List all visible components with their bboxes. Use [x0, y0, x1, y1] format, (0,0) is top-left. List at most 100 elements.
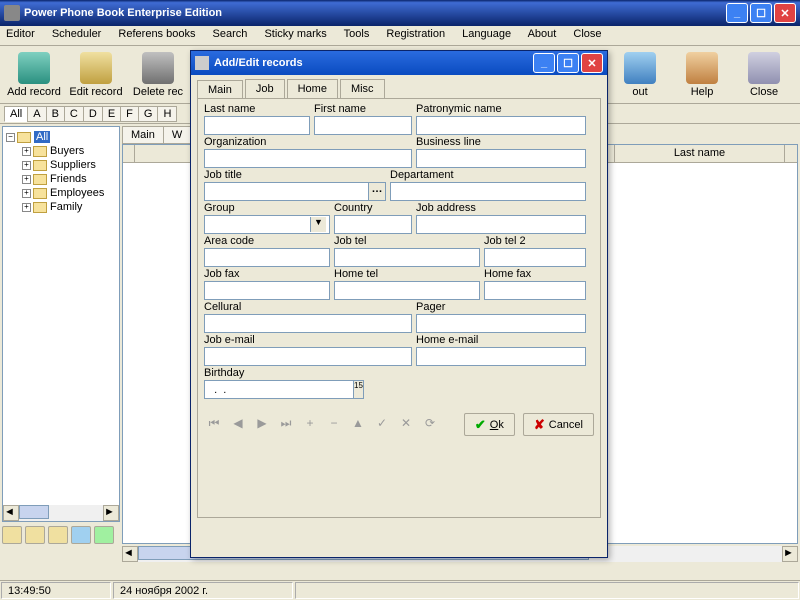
tree-item[interactable]: Suppliers	[50, 159, 96, 171]
folder-icon	[17, 132, 31, 143]
group-combo[interactable]: ▼	[204, 215, 330, 234]
menu-about[interactable]: About	[528, 28, 557, 40]
country-input[interactable]	[334, 215, 412, 234]
add-record-button[interactable]: Add record	[4, 52, 64, 98]
about-button[interactable]: out	[610, 52, 670, 98]
tree-item[interactable]: Family	[50, 201, 82, 213]
close-button[interactable]: Close	[734, 52, 794, 98]
expander-icon[interactable]: +	[22, 147, 31, 156]
expander-icon[interactable]: +	[22, 189, 31, 198]
nav-cancel-icon[interactable]: ✕	[396, 416, 416, 434]
tab-main[interactable]: Main	[197, 80, 243, 99]
folder-icon	[33, 202, 47, 213]
tree-root[interactable]: All	[34, 131, 50, 143]
dialog-titlebar[interactable]: Add/Edit records _ ☐ ✕	[191, 51, 607, 75]
organization-input[interactable]	[204, 149, 412, 168]
alpha-a[interactable]: A	[27, 106, 46, 122]
alpha-b[interactable]: B	[46, 106, 65, 122]
tree-item[interactable]: Employees	[50, 187, 104, 199]
tab-w[interactable]: W	[163, 126, 191, 144]
menu-close[interactable]: Close	[573, 28, 601, 40]
edit-record-button[interactable]: Edit record	[66, 52, 126, 98]
nav-next-icon[interactable]: ▶	[252, 416, 272, 434]
menu-search[interactable]: Search	[213, 28, 248, 40]
nav-edit-icon[interactable]: ▲	[348, 416, 368, 434]
dialog-maximize-button[interactable]: ☐	[557, 53, 579, 73]
areacode-input[interactable]	[204, 248, 330, 267]
menu-tools[interactable]: Tools	[344, 28, 370, 40]
jobtitle-input[interactable]	[204, 182, 369, 201]
menu-scheduler[interactable]: Scheduler	[52, 28, 102, 40]
alpha-e[interactable]: E	[102, 106, 121, 122]
menu-sticky[interactable]: Sticky marks	[264, 28, 326, 40]
alpha-h[interactable]: H	[157, 106, 177, 122]
tab-job[interactable]: Job	[245, 79, 285, 98]
ok-button[interactable]: ✔Ok	[464, 413, 515, 436]
jobtitle-picker-button[interactable]: …	[368, 182, 386, 201]
nav-post-icon[interactable]: ✓	[372, 416, 392, 434]
tab-main[interactable]: Main	[122, 126, 164, 144]
dialog-close-button[interactable]: ✕	[581, 53, 603, 73]
homeemail-input[interactable]	[416, 347, 586, 366]
nav-refresh-icon[interactable]: ⟳	[420, 416, 440, 434]
tree-tool-4[interactable]	[71, 526, 91, 544]
jobtel-input[interactable]	[334, 248, 480, 267]
tab-misc[interactable]: Misc	[340, 79, 385, 98]
nav-del-icon[interactable]: −	[324, 416, 344, 434]
alpha-f[interactable]: F	[120, 106, 139, 122]
col-lastname[interactable]: Last name	[615, 145, 785, 163]
jobaddress-input[interactable]	[416, 215, 586, 234]
patronymic-input[interactable]	[416, 116, 586, 135]
pager-input[interactable]	[416, 314, 586, 333]
window-maximize-button[interactable]: ☐	[750, 3, 772, 23]
folder-icon	[33, 188, 47, 199]
folder-icon	[33, 160, 47, 171]
jobtel2-input[interactable]	[484, 248, 586, 267]
tree-item[interactable]: Friends	[50, 173, 87, 185]
tree-item[interactable]: Buyers	[50, 145, 84, 157]
nav-prev-icon[interactable]: ◀	[228, 416, 248, 434]
menu-editor[interactable]: Editor	[6, 28, 35, 40]
cellural-input[interactable]	[204, 314, 412, 333]
jobfax-input[interactable]	[204, 281, 330, 300]
tab-home[interactable]: Home	[287, 79, 338, 98]
expander-icon[interactable]: +	[22, 175, 31, 184]
menu-referens[interactable]: Referens books	[118, 28, 195, 40]
dialog-minimize-button[interactable]: _	[533, 53, 555, 73]
help-button[interactable]: Help	[672, 52, 732, 98]
tree-tool-1[interactable]	[2, 526, 22, 544]
menu-registration[interactable]: Registration	[386, 28, 445, 40]
expander-icon[interactable]: +	[22, 203, 31, 212]
delete-record-button[interactable]: Delete rec	[128, 52, 188, 98]
alpha-g[interactable]: G	[138, 106, 159, 122]
calendar-button[interactable]: 15	[353, 380, 364, 399]
tree-tool-2[interactable]	[25, 526, 45, 544]
categories-tree[interactable]: − All + Buyers + Suppliers + Friends + Employ…	[2, 126, 120, 522]
businessline-input[interactable]	[416, 149, 586, 168]
menu-language[interactable]: Language	[462, 28, 511, 40]
window-close-button[interactable]: ✕	[774, 3, 796, 23]
department-input[interactable]	[390, 182, 586, 201]
birthday-input[interactable]	[204, 380, 354, 399]
lastname-input[interactable]	[204, 116, 310, 135]
nav-first-icon[interactable]: ⏮	[204, 416, 224, 434]
window-titlebar: Power Phone Book Enterprise Edition _ ☐ …	[0, 0, 800, 26]
tree-tool-5[interactable]	[94, 526, 114, 544]
expander-icon[interactable]: +	[22, 161, 31, 170]
alpha-all[interactable]: All	[4, 106, 28, 122]
tree-hscrollbar[interactable]: ◄►	[3, 505, 119, 521]
nav-add-icon[interactable]: +	[300, 416, 320, 434]
homefax-input[interactable]	[484, 281, 586, 300]
alpha-d[interactable]: D	[83, 106, 103, 122]
window-minimize-button[interactable]: _	[726, 3, 748, 23]
chevron-down-icon[interactable]: ▼	[310, 217, 326, 232]
alpha-c[interactable]: C	[64, 106, 84, 122]
hometel-input[interactable]	[334, 281, 480, 300]
cancel-button[interactable]: ✘Cancel	[523, 413, 594, 436]
firstname-input[interactable]	[314, 116, 412, 135]
jobemail-input[interactable]	[204, 347, 412, 366]
x-icon: ✘	[534, 417, 545, 433]
nav-last-icon[interactable]: ⏭	[276, 416, 296, 434]
tree-tool-3[interactable]	[48, 526, 68, 544]
expander-icon[interactable]: −	[6, 133, 15, 142]
